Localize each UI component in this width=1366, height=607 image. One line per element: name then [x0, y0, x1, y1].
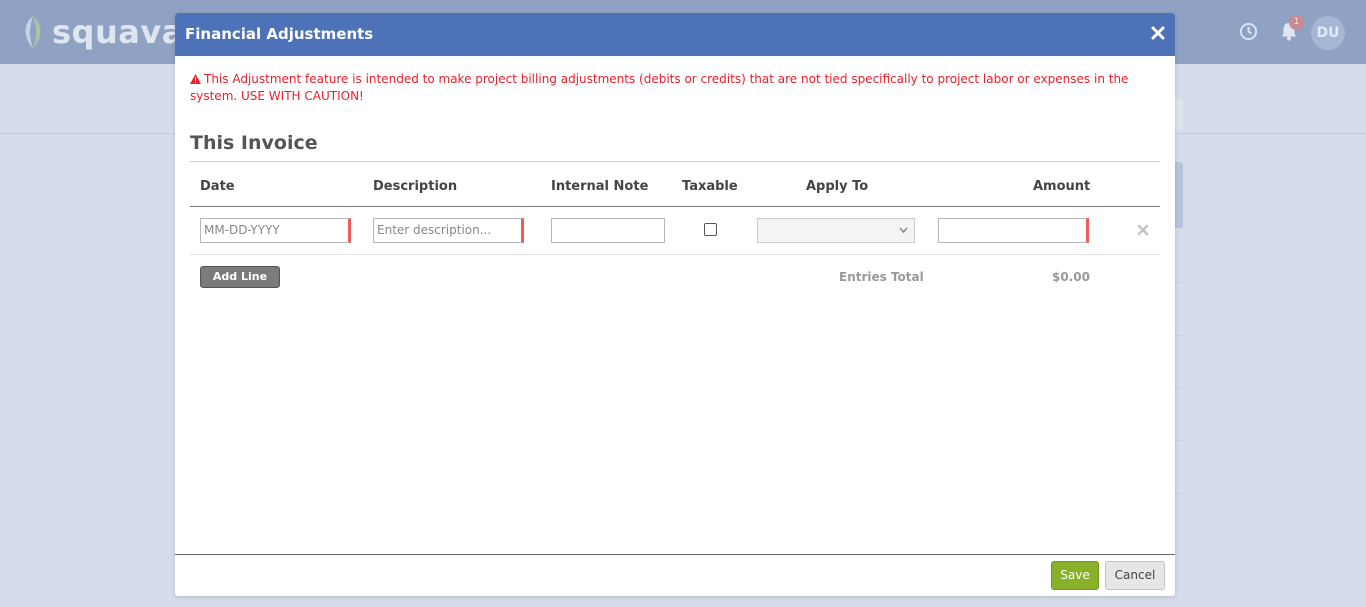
background-rule [1175, 282, 1183, 283]
taxable-checkbox[interactable] [704, 223, 717, 236]
financial-adjustments-modal: Financial Adjustments This Adjustment fe… [175, 13, 1175, 596]
avatar[interactable]: DU [1311, 16, 1345, 50]
background-rule [1175, 387, 1183, 388]
close-icon[interactable] [1149, 24, 1167, 42]
internal-note-input[interactable] [551, 218, 665, 243]
column-header-date: Date [200, 179, 235, 194]
description-input[interactable]: Enter description... [373, 218, 524, 243]
amount-input[interactable] [938, 218, 1089, 243]
warning-icon [190, 74, 201, 84]
background-rule [1175, 493, 1183, 494]
background-panel-edge [1175, 99, 1183, 129]
clock-icon[interactable] [1239, 22, 1258, 41]
background-rule [1175, 440, 1183, 441]
chevron-down-icon [899, 227, 908, 234]
logo-text: squava [52, 13, 184, 51]
table-header-divider [190, 206, 1160, 207]
apply-to-select[interactable] [757, 218, 915, 243]
caution-warning: This Adjustment feature is intended to m… [190, 71, 1150, 105]
column-header-amount: Amount [1033, 179, 1091, 194]
column-header-description: Description [373, 179, 458, 194]
entries-total-label: Entries Total [839, 270, 924, 284]
row-divider [190, 254, 1160, 255]
column-header-apply-to: Apply To [806, 179, 869, 194]
modal-title: Financial Adjustments [185, 25, 374, 43]
leaf-logo-icon [25, 16, 41, 48]
save-button[interactable]: Save [1051, 561, 1099, 590]
background-rule [1175, 335, 1183, 336]
notification-badge: 1 [1289, 15, 1304, 30]
entries-total-value: $0.00 [1052, 270, 1090, 284]
footer-divider [175, 554, 1175, 555]
column-header-taxable: Taxable [682, 179, 738, 194]
warning-text: This Adjustment feature is intended to m… [190, 72, 1129, 103]
column-header-internal-note: Internal Note [551, 179, 649, 194]
app-logo[interactable]: squava [20, 10, 184, 54]
modal-header: Financial Adjustments [175, 13, 1175, 56]
background-scrollbar [1175, 162, 1183, 228]
section-divider [190, 161, 1160, 162]
add-line-item-button[interactable]: Add Line Item [200, 266, 280, 303]
cancel-button[interactable]: Cancel [1105, 561, 1165, 590]
section-title: This Invoice [190, 132, 318, 154]
delete-row-icon[interactable] [1137, 224, 1149, 236]
date-input[interactable]: MM-DD-YYYY [200, 218, 351, 243]
